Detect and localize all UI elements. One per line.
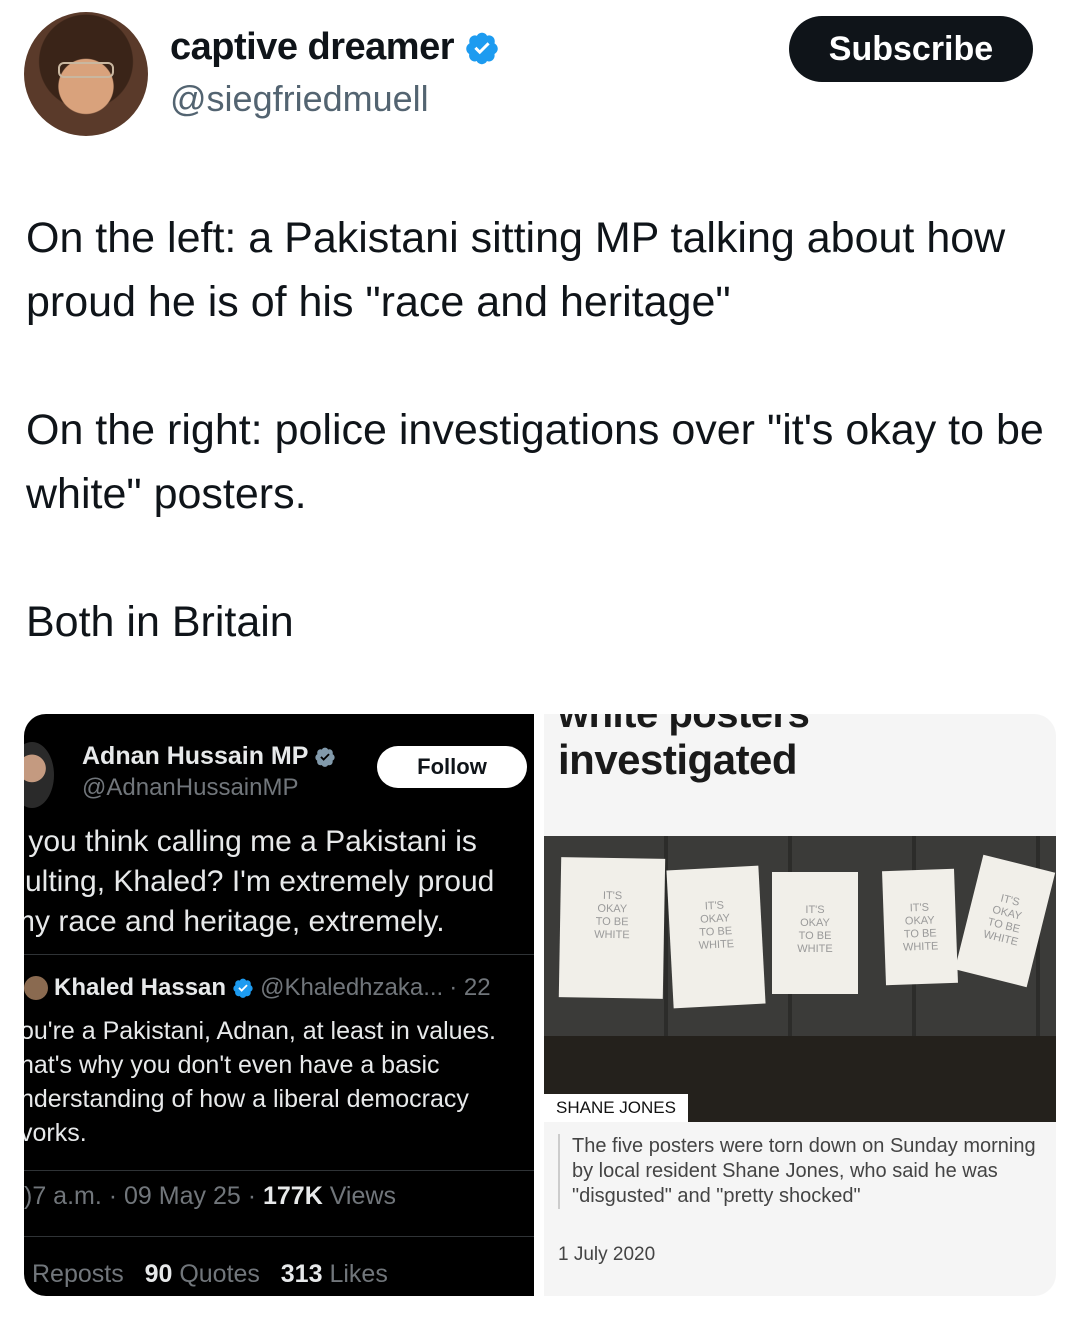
reply-verified-icon [233,978,253,998]
mp-tweet-text: › you think calling me a Pakistani is su… [24,825,495,938]
posters-photo: IT'S OKAY TO BE WHITE IT'S OKAY TO BE WH… [544,836,1056,1122]
mp-name-row: Adnan Hussain MP [82,742,336,771]
follow-button: Follow [377,746,527,788]
reply-text: ou're a Pakistani, Adnan, at least in va… [24,1017,496,1147]
likes-label: Likes [329,1260,388,1288]
mp-verified-icon [315,747,336,767]
author-handle[interactable]: @siegfriedmuell [170,78,429,120]
post-media[interactable]: Adnan Hussain MP @AdnanHussainMP Follow … [24,714,1056,1296]
tweet-stats: Reposts 90 Quotes 313 Likes [32,1260,388,1289]
mp-avatar [24,742,54,808]
meta-views-count: 177K [262,1182,323,1210]
reply-avatar [24,976,48,1000]
divider [24,954,534,955]
poster: IT'S OKAY TO BE WHITE [882,868,958,986]
photo-caption: The five posters were torn down on Sunda… [558,1134,1056,1209]
likes-count: 313 [280,1260,323,1288]
embedded-tweet-screenshot[interactable]: Adnan Hussain MP @AdnanHussainMP Follow … [24,714,534,1296]
post-paragraph-1: On the left: a Pakistani sitting MP talk… [26,214,1006,326]
article-date: 1 July 2020 [558,1244,656,1265]
reposts-label: Reposts [32,1260,124,1288]
author-name-row: captive dreamer [170,26,500,69]
author-avatar[interactable] [24,12,148,136]
subscribe-button[interactable]: Subscribe [789,16,1033,82]
tweet-meta: )7 a.m. · 09 May 25 · 177K Views [24,1182,396,1210]
poster: IT'S OKAY TO BE WHITE [666,865,766,1009]
reply-time: · 22 [449,974,491,1001]
meta-time: )7 a.m. [24,1182,102,1210]
quotes-label: Quotes [179,1260,260,1288]
reply-author-name: Khaled Hassan [54,974,227,1001]
meta-date: 09 May 25 [124,1182,241,1210]
quotes-count: 90 [144,1260,173,1288]
meta-views-label: Views [329,1182,396,1210]
reply-author-handle: @Khaledhzaka... [260,974,444,1001]
divider [24,1236,534,1237]
article-headline: investigated [558,736,798,783]
post-paragraph-2: On the right: police investigations over… [26,406,1044,518]
post-paragraph-3: Both in Britain [26,598,294,646]
news-article-screenshot[interactable]: white posters investigated IT'S OKAY TO … [544,714,1056,1296]
post-text: On the left: a Pakistani sitting MP talk… [26,206,1056,654]
post-header: captive dreamer @siegfriedmuell Subscrib… [0,0,1080,150]
poster: IT'S OKAY TO BE WHITE [772,872,858,994]
verified-badge-icon [466,32,498,64]
mp-name: Adnan Hussain MP [82,742,309,770]
poster: IT'S OKAY TO BE WHITE [558,857,666,999]
quoted-reply-header: Khaled Hassan @Khaledhzaka... · 22 [54,974,491,1002]
mp-handle: @AdnanHussainMP [82,774,299,801]
author-name[interactable]: captive dreamer [170,26,455,69]
headline-cut-off: white posters [558,714,810,736]
photo-credit: SHANE JONES [544,1094,688,1122]
divider [24,1170,534,1171]
avatar-glasses [58,62,114,78]
